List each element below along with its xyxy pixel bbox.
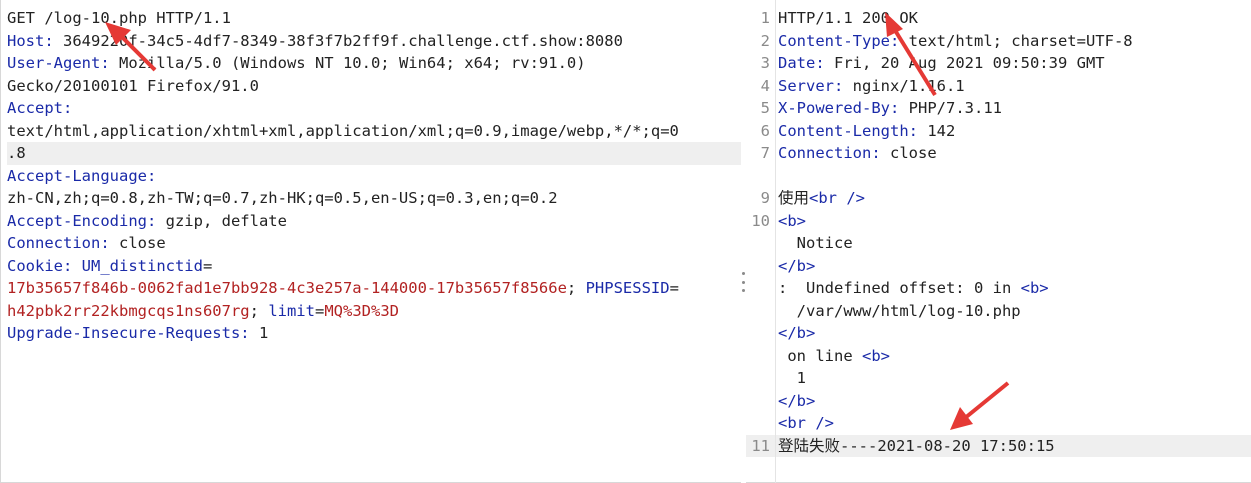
line-number: 9 — [760, 189, 770, 207]
response-on-line: on line <b> — [778, 346, 890, 365]
gutter-divider — [775, 0, 776, 483]
response-undefined-offset-line: : Undefined offset: 0 in <b> — [778, 279, 1049, 297]
response-editor[interactable]: 1 HTTP/1.1 200 OK 2 Content-Type: text/htm… — [746, 0, 1251, 483]
line-number: 5 — [760, 99, 770, 117]
response-line-7: 7 Connection: close — [746, 142, 1251, 165]
line-number: 3 — [760, 54, 770, 72]
header-host: Host: 3649220f-34c5-4df7-8349-38f3f7b2ff… — [7, 31, 623, 50]
response-line-6: 6 Content-Length: 142 — [746, 120, 1251, 143]
response-line-8 — [746, 165, 1251, 188]
response-line-10: 10 <b> — [746, 210, 1251, 233]
header-cookie-values: 17b35657f846b-0062fad1e7bb928-4c3e257a-1… — [7, 279, 679, 297]
header-accept-value: text/html,application/xhtml+xml,applicat… — [7, 121, 679, 140]
header-cookie-values-continued: h42pbk2rr22kbmgcqs1ns607rg; limit=MQ%3D%… — [7, 301, 399, 320]
header-user-agent-continued: Gecko/20100101 Firefox/91.0 — [7, 76, 259, 95]
response-b-close-3: </b> — [778, 391, 816, 410]
header-connection: Connection: close — [7, 234, 166, 252]
header-upgrade-insecure-requests: Upgrade-Insecure-Requests: 1 — [7, 324, 269, 342]
response-line-11: 11 登陆失败----2021-08-20 17:50:15 — [746, 434, 1251, 457]
header-accept-encoding: Accept-Encoding: gzip, deflate — [7, 211, 287, 230]
response-b-close-2: </b> — [778, 324, 816, 342]
line-number: 7 — [760, 144, 770, 162]
header-user-agent: User-Agent: Mozilla/5.0 (Windows NT 10.0… — [7, 54, 586, 72]
response-text[interactable]: 1 HTTP/1.1 200 OK 2 Content-Type: text/htm… — [746, 7, 1251, 457]
line-number: 1 — [760, 9, 770, 27]
request-text[interactable]: GET /log-10.php HTTP/1.1 Host: 3649220f-… — [7, 7, 741, 345]
response-line-5: 5 X-Powered-By: PHP/7.3.11 — [746, 97, 1251, 120]
header-cookie: Cookie: UM_distinctid= — [7, 256, 213, 275]
request-editor[interactable]: GET /log-10.php HTTP/1.1 Host: 3649220f-… — [0, 0, 741, 483]
response-line-number-value: 1 — [778, 369, 806, 387]
line-number: 2 — [760, 31, 770, 50]
response-b-close-1: </b> — [778, 256, 816, 275]
header-accept: Accept: — [7, 99, 73, 117]
response-notice-line: Notice — [778, 234, 853, 252]
line-number: 11 — [751, 436, 770, 455]
header-accept-language: Accept-Language: — [7, 166, 157, 185]
header-accept-language-value: zh-CN,zh;q=0.8,zh-TW;q=0.7,zh-HK;q=0.5,e… — [7, 189, 558, 207]
request-line: GET /log-10.php HTTP/1.1 — [7, 9, 231, 27]
response-line-2: 2 Content-Type: text/html; charset=UTF-8 — [746, 30, 1251, 53]
line-number: 4 — [760, 76, 770, 95]
line-number: 6 — [760, 121, 770, 140]
response-line-1: 1 HTTP/1.1 200 OK — [746, 7, 1251, 30]
response-br-line: <br /> — [778, 414, 834, 432]
line-number: 10 — [751, 211, 770, 230]
response-line-3: 3 Date: Fri, 20 Aug 2021 09:50:39 GMT — [746, 52, 1251, 75]
response-path-line: /var/www/html/log-10.php — [778, 301, 1021, 320]
response-line-4: 4 Server: nginx/1.16.1 — [746, 75, 1251, 98]
header-accept-value-continued: .8 — [7, 142, 741, 165]
response-line-9: 9 使用<br /> — [746, 187, 1251, 210]
